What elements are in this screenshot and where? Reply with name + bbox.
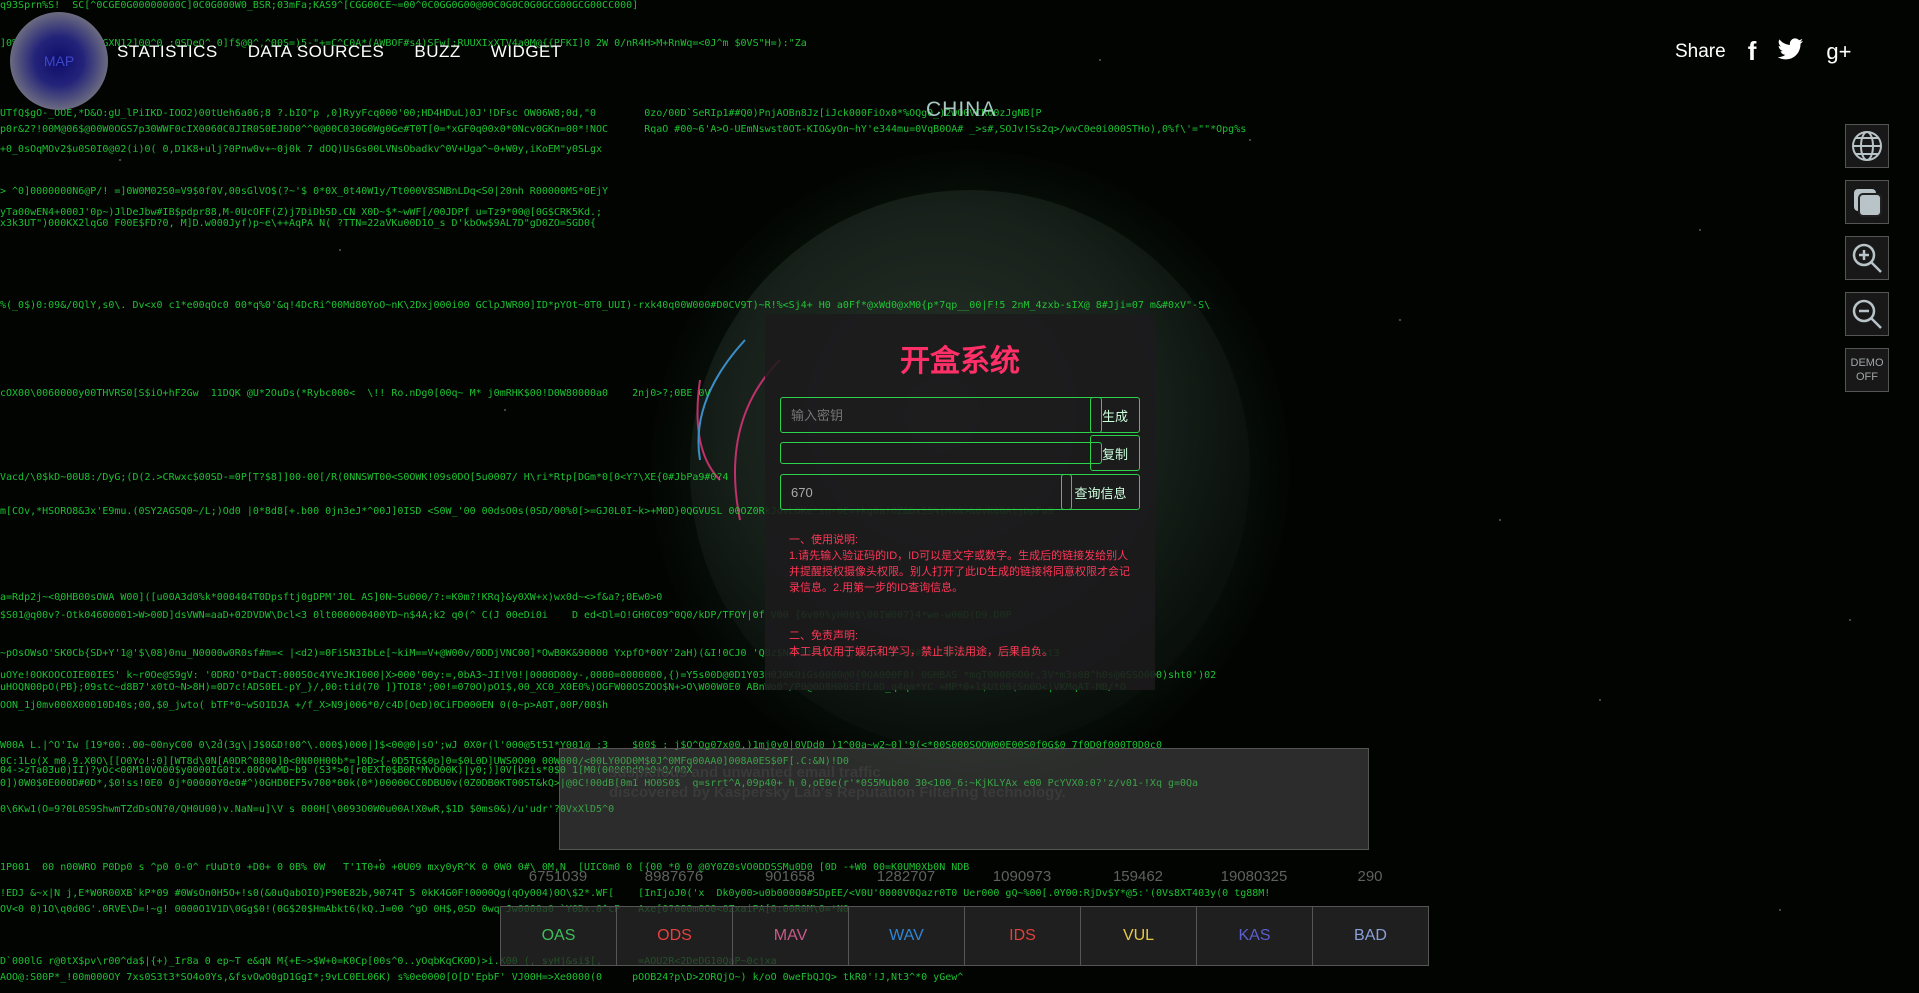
matrix-line: > ^0]0000000N6@P/! =]0W0M02S0=V9$0f0V,00… — [0, 186, 609, 197]
count-ods: 8987676 — [644, 868, 704, 885]
key-input[interactable] — [780, 397, 1102, 433]
nav-statistics[interactable]: STATISTICS — [117, 42, 218, 62]
matrix-line: !EDJ &~x|N j,E*W0R00XB`kP*09 #0WsOn0H5O+… — [0, 888, 1271, 899]
tab-bad[interactable]: BAD — [1313, 907, 1428, 965]
count-wav: 1282707 — [876, 868, 936, 885]
matrix-line: AOO@:S00P*_!00m000OY 7xs0S3t3*SO4o0Ys,&f… — [0, 972, 964, 983]
globe-view-icon[interactable] — [1845, 124, 1889, 168]
demo-toggle[interactable]: DEMO OFF — [1845, 348, 1889, 392]
facebook-icon[interactable]: f — [1748, 36, 1757, 67]
stats-description-line1: suspicious and unwanted email traffic — [609, 764, 881, 781]
disclaimer-text: 本工具仅用于娱乐和学习，禁止非法用途，后果自负。 — [789, 646, 1053, 658]
query-button[interactable]: 查询信息 — [1061, 474, 1140, 510]
demo-state: OFF — [1856, 371, 1878, 383]
demo-label: DEMO — [1850, 357, 1884, 369]
logo-text: MAP — [43, 53, 75, 69]
usage-heading: 一、使用说明: — [789, 534, 859, 546]
matrix-line: p0r&2?!00M@06$@00W0OGS7p30WWF0cIX0060C0J… — [0, 124, 1247, 135]
count-oas: 6751039 — [528, 868, 588, 885]
zoom-out-icon[interactable] — [1845, 292, 1889, 336]
count-bad: 290 — [1357, 868, 1383, 885]
main-nav: STATISTICS DATA SOURCES BUZZ WIDGET — [117, 42, 562, 62]
detection-counts: 6751039 8987676 901658 1282707 1090973 1… — [500, 868, 1428, 885]
count-ids: 1090973 — [992, 868, 1052, 885]
map-tools: DEMO OFF — [1845, 124, 1889, 392]
share-bar: Share f g+ — [1675, 36, 1851, 67]
flat-view-icon[interactable] — [1845, 180, 1889, 224]
stats-description: suspicious and unwanted email traffic di… — [609, 763, 1066, 803]
tab-wav[interactable]: WAV — [849, 907, 965, 965]
zoom-in-icon[interactable] — [1845, 236, 1889, 280]
matrix-line: q93Sprn%S! SC[^0CGE0G00000000C]0C0G000W0… — [0, 0, 639, 11]
dialog-title: 开盒系统 — [900, 345, 1020, 378]
tab-ods[interactable]: ODS — [617, 907, 733, 965]
generate-button[interactable]: 生成 — [1090, 397, 1140, 433]
matrix-line: +0_0sOqMOv2$u0S0I0@02(i)0( 0,D1K8+ulj?0P… — [0, 144, 603, 155]
nav-buzz[interactable]: BUZZ — [414, 42, 460, 62]
copy-button[interactable]: 复制 — [1090, 435, 1140, 471]
count-kas: 19080325 — [1220, 868, 1288, 885]
count-vul: 159462 — [1112, 868, 1164, 885]
detection-tabs: OAS ODS MAV WAV IDS VUL KAS BAD — [500, 906, 1429, 966]
stats-description-line2: discovered by Kaspersky Lab's Reputation… — [609, 784, 1066, 801]
map-logo[interactable]: MAP — [10, 12, 108, 110]
unbox-dialog: 开盒系统 生成 复制 查询信息 一、使用说明: 1.请先输入验证码的ID，ID可… — [765, 314, 1155, 690]
matrix-line: %(_0$)0:09&/0QlY,s0\. Dv<x0 c1*e00qOc0 0… — [0, 300, 1211, 311]
id-input[interactable] — [780, 474, 1072, 510]
share-label: Share — [1675, 40, 1726, 62]
usage-text: 1.请先输入验证码的ID，ID可以是文字或数字。生成后的链接发给别人并提醒授权摄… — [789, 550, 1130, 594]
matrix-line: x3k3UT")000KX2lqG0 F00E$FD?0, M]D.w000Jy… — [0, 218, 597, 229]
google-plus-icon[interactable]: g+ — [1826, 39, 1851, 65]
tab-kas[interactable]: KAS — [1197, 907, 1313, 965]
nav-widget[interactable]: WIDGET — [491, 42, 562, 62]
tab-ids[interactable]: IDS — [965, 907, 1081, 965]
country-label: CHINA — [926, 98, 997, 121]
twitter-icon[interactable] — [1778, 37, 1804, 66]
tab-oas[interactable]: OAS — [501, 907, 617, 965]
tab-vul[interactable]: VUL — [1081, 907, 1197, 965]
matrix-line: OON_1j0mv000X00010D40s;00,$0_jwto( bTF*0… — [0, 700, 609, 711]
tab-mav[interactable]: MAV — [733, 907, 849, 965]
link-field[interactable] — [780, 442, 1102, 464]
count-mav: 901658 — [764, 868, 816, 885]
nav-data-sources[interactable]: DATA SOURCES — [248, 42, 385, 62]
disclaimer-heading: 二、免责声明: — [789, 630, 859, 642]
